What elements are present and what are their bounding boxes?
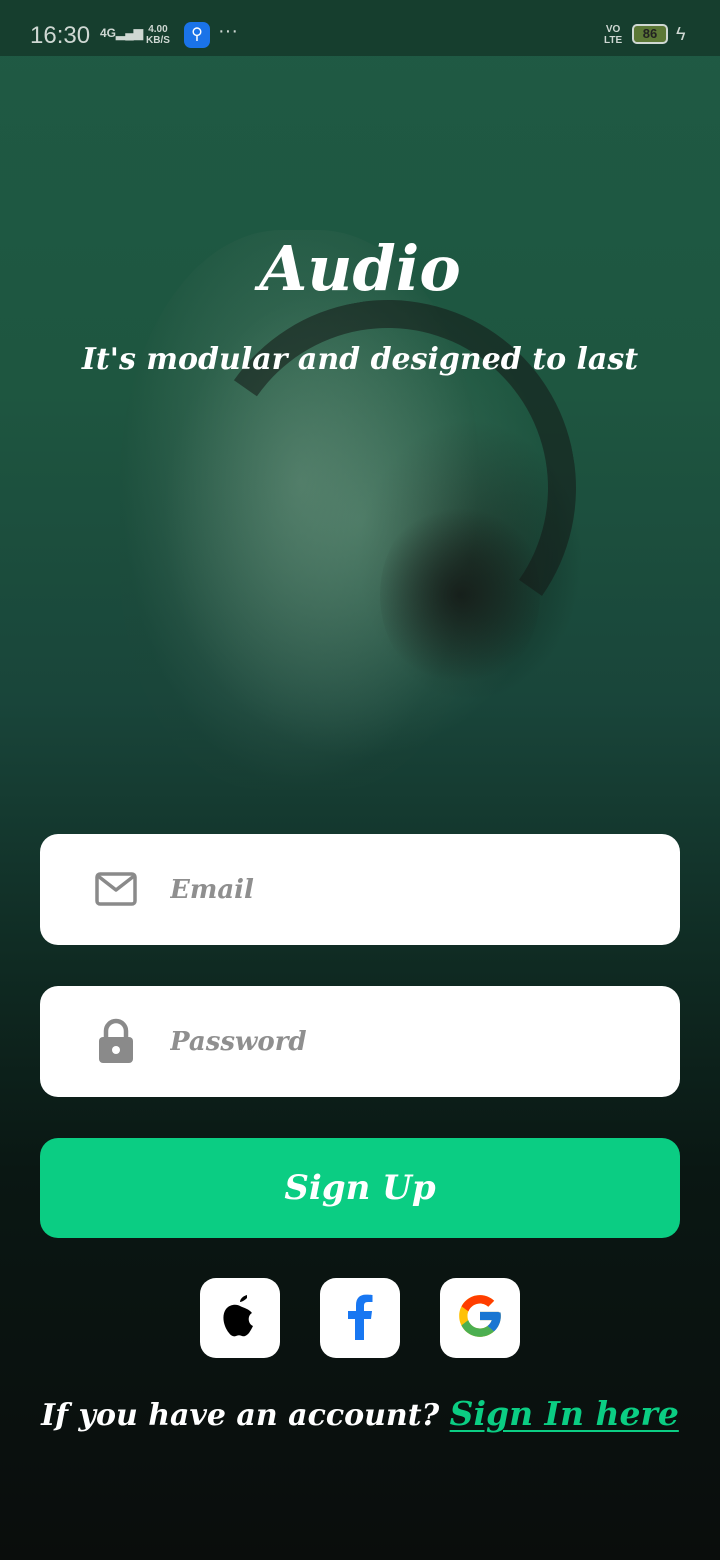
speed-value: 4.00 xyxy=(148,24,168,35)
signal-icon: 4G▂▄▆ xyxy=(100,26,143,40)
google-icon xyxy=(455,1291,505,1345)
password-field[interactable] xyxy=(40,986,680,1097)
network-type: 4G xyxy=(100,26,117,40)
volte-icon: VO LTE xyxy=(604,24,622,46)
volte-bottom: LTE xyxy=(604,35,623,46)
battery-icon: 86 xyxy=(632,24,668,44)
google-login-button[interactable] xyxy=(440,1278,520,1358)
apple-login-button[interactable] xyxy=(200,1278,280,1358)
sign-in-link[interactable]: Sign In here xyxy=(450,1394,679,1433)
sign-in-prompt: If you have an account? Sign In here xyxy=(0,1394,720,1433)
status-time: 16:30 xyxy=(30,22,91,49)
apple-icon xyxy=(222,1295,258,1341)
speed-unit: KB/S xyxy=(146,35,170,46)
usb-icon: ⚲ xyxy=(184,22,210,48)
mail-icon xyxy=(95,872,137,910)
sign-up-button[interactable]: Sign Up xyxy=(40,1138,680,1238)
app-subtitle: It's modular and designed to last xyxy=(81,342,639,377)
email-field[interactable] xyxy=(40,834,680,945)
status-bar: 16:30 4G▂▄▆ 4.00 KB/S ⚲ ··· VO LTE 86 ϟ xyxy=(0,0,720,56)
email-input[interactable] xyxy=(170,834,650,945)
facebook-login-button[interactable] xyxy=(320,1278,400,1358)
more-notifications-icon: ··· xyxy=(218,20,238,42)
app-title: Audio xyxy=(259,232,461,305)
sign-in-prompt-text: If you have an account? xyxy=(41,1398,450,1433)
volte-top: VO xyxy=(605,24,621,35)
charging-icon: ϟ xyxy=(676,24,686,44)
facebook-icon xyxy=(346,1292,374,1344)
password-input[interactable] xyxy=(170,986,650,1097)
lock-icon xyxy=(98,1018,134,1068)
background-headphone xyxy=(380,500,540,690)
battery-level: 86 xyxy=(642,26,658,41)
network-speed: 4.00 KB/S xyxy=(146,24,170,46)
